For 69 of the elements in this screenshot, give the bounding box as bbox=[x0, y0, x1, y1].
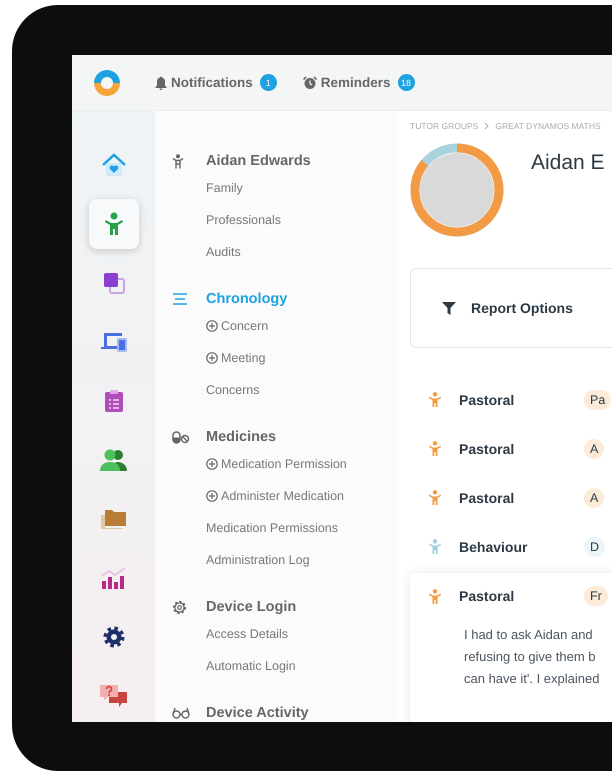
person-icon bbox=[172, 154, 184, 168]
entry-category: Pastoral bbox=[459, 588, 516, 604]
entry-category: Pastoral bbox=[459, 490, 516, 506]
add-link[interactable]: Medication Permission bbox=[221, 457, 347, 471]
entry-text-line: can have it'. I explained bbox=[464, 670, 600, 688]
breadcrumb-link[interactable]: GREAT DYNAMOS MATHS bbox=[495, 121, 601, 131]
menu-section-title[interactable]: Chronology bbox=[206, 291, 288, 307]
menu-link[interactable]: Audits bbox=[206, 245, 241, 259]
add-icon bbox=[206, 458, 218, 470]
reminder-count: 18 bbox=[398, 74, 415, 91]
pill-icon bbox=[172, 430, 190, 444]
devices-icon bbox=[100, 330, 128, 352]
alarm-clock-icon bbox=[302, 76, 317, 90]
chevron-right-icon bbox=[484, 122, 490, 130]
entry-tag: A bbox=[584, 488, 604, 508]
settings-icon bbox=[172, 600, 187, 614]
notification-count: 1 bbox=[260, 74, 277, 91]
breadcrumb-link[interactable]: TUTOR GROUPS bbox=[410, 121, 478, 131]
clipboard-icon bbox=[104, 388, 124, 412]
entry-tag: A bbox=[584, 438, 604, 458]
add-icon bbox=[206, 352, 218, 364]
entry-tag: Pa bbox=[584, 390, 612, 410]
expanded-entry-card[interactable]: Pastoral Fr I had to ask Aidan and refusing to give them b can have it'. I explained bbox=[410, 573, 612, 722]
list-icon bbox=[172, 293, 188, 305]
add-link[interactable]: Administer Medication bbox=[221, 489, 344, 503]
menu-link[interactable]: Access Details bbox=[206, 627, 288, 641]
entry-text-line: refusing to give them b bbox=[464, 648, 597, 666]
logo-icon bbox=[93, 68, 121, 96]
help-chat-icon bbox=[98, 684, 128, 708]
people-icon bbox=[98, 448, 128, 470]
student-name: Aidan E bbox=[531, 151, 605, 176]
entry-row[interactable]: Pastoral Pa bbox=[410, 375, 612, 424]
entry-tag: D bbox=[584, 536, 606, 556]
house-icon bbox=[100, 152, 126, 176]
add-link[interactable]: Meeting bbox=[221, 351, 266, 365]
entry-row[interactable]: Pastoral A bbox=[410, 424, 612, 473]
menu-link[interactable]: Professionals bbox=[206, 213, 282, 227]
notifications-link[interactable]: Notifications bbox=[171, 75, 253, 90]
menu-section-title[interactable]: Device Activity bbox=[206, 705, 309, 721]
entry-row[interactable]: Behaviour D bbox=[410, 522, 612, 571]
settings-icon bbox=[102, 624, 126, 648]
menu-link[interactable]: Family bbox=[206, 181, 243, 195]
folder-icon bbox=[100, 508, 128, 530]
selected-nav-button[interactable] bbox=[88, 198, 138, 248]
menu-link[interactable]: Automatic Login bbox=[206, 659, 296, 673]
add-icon bbox=[206, 320, 218, 332]
entry-row[interactable]: Pastoral A bbox=[410, 473, 612, 522]
entry-text-line: I had to ask Aidan and bbox=[464, 626, 594, 644]
entry-category: Pastoral bbox=[459, 392, 516, 408]
add-link[interactable]: Concern bbox=[221, 319, 268, 333]
report-options-label: Report Options bbox=[471, 300, 573, 316]
add-icon bbox=[206, 490, 218, 502]
bell-icon bbox=[155, 76, 167, 90]
glasses-icon bbox=[172, 707, 190, 719]
person-icon bbox=[104, 212, 124, 236]
entry-tag: Fr bbox=[584, 586, 608, 606]
menu-link[interactable]: Administration Log bbox=[206, 553, 310, 567]
reminders-link[interactable]: Reminders bbox=[320, 75, 391, 90]
menu-section-title[interactable]: Device Login bbox=[206, 599, 296, 615]
menu-link[interactable]: Medication Permissions bbox=[206, 521, 338, 535]
menu-section-title[interactable]: Aidan Edwards bbox=[206, 153, 311, 169]
bar-chart-icon bbox=[100, 566, 128, 590]
entry-category: Pastoral bbox=[459, 440, 516, 456]
menu-section-title[interactable]: Medicines bbox=[206, 429, 276, 445]
entry-category: Behaviour bbox=[459, 538, 528, 554]
filter-icon bbox=[442, 302, 456, 314]
report-options-card[interactable]: Report Options bbox=[410, 268, 612, 348]
overlapping-squares-icon bbox=[102, 270, 126, 294]
menu-link[interactable]: Concerns bbox=[206, 383, 260, 397]
